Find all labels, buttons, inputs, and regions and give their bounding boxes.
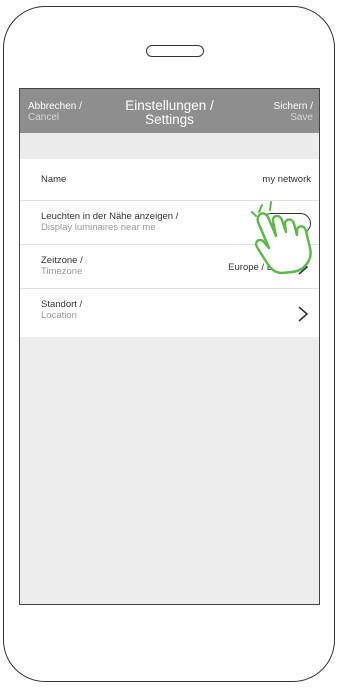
save-label-en: Save <box>290 112 313 123</box>
section-spacer <box>20 133 319 159</box>
title-de: Einstellungen / <box>125 98 214 113</box>
navigation-bar: Abbrechen / Cancel Einstellungen / Setti… <box>20 89 319 133</box>
location-label-en: Location <box>41 310 77 321</box>
chevron-right-icon <box>298 306 309 322</box>
nearby-luminaires-label: Leuchten in der Nähe anzeigen / Display … <box>41 211 178 233</box>
timezone-label-de: Zeitzone / <box>41 255 83 266</box>
location-label: Standort / Location <box>41 299 82 321</box>
hand-pointer-icon <box>251 201 312 275</box>
nearby-label-de: Leuchten in der Nähe anzeigen / <box>41 211 179 222</box>
nearby-label-en: Display luminaires near me <box>41 222 156 233</box>
phone-speaker <box>146 45 204 57</box>
phone-screen: Abbrechen / Cancel Einstellungen / Setti… <box>19 88 320 605</box>
timezone-label-en: Timezone <box>41 266 83 277</box>
name-label: Name <box>41 174 67 185</box>
save-label-de: Sichern / <box>273 101 313 112</box>
location-row[interactable]: Standort / Location <box>20 289 319 337</box>
location-label-de: Standort / <box>41 299 83 310</box>
timezone-label: Zeitzone / Timezone <box>41 255 83 277</box>
name-value: my network <box>262 174 311 185</box>
name-row[interactable]: Name my network <box>20 159 319 201</box>
save-button[interactable]: Sichern / Save <box>274 101 313 123</box>
